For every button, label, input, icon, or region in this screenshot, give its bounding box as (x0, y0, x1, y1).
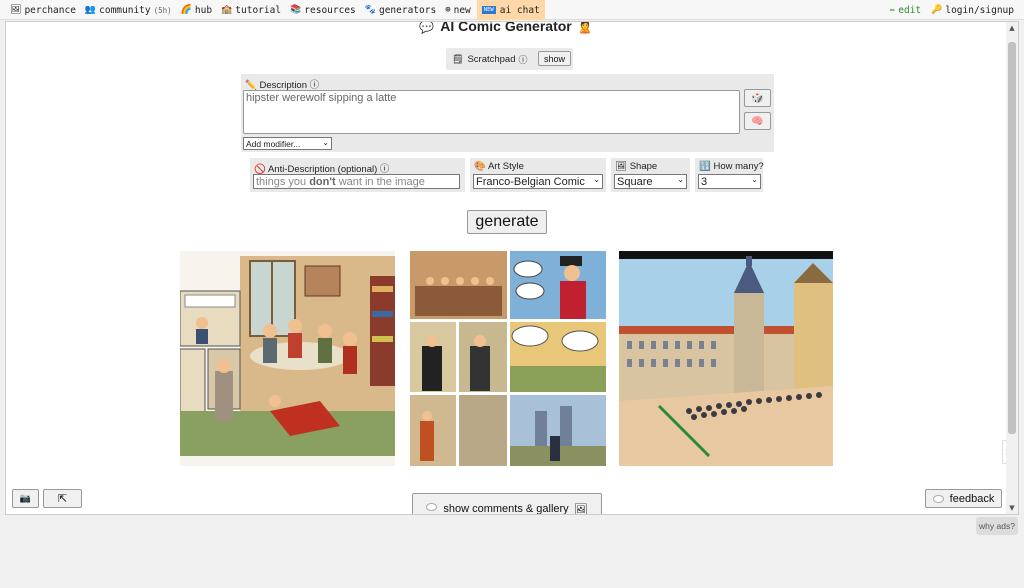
anti-description-input[interactable]: things you don't want in the image (253, 174, 460, 189)
speech-bubble-icon: 💬 (419, 21, 435, 34)
gallery-icon: 🖼 (573, 504, 588, 515)
chevron-down-icon: ⌄ (751, 175, 758, 184)
brain-button[interactable]: 🧠 (744, 112, 771, 130)
generated-image-2[interactable] (410, 251, 606, 466)
generator-frame: 💬 AI Comic Generator 🙎 🗒 Scratchpad ⓘ show… (5, 21, 1019, 515)
edit-link[interactable]: ✏ edit (890, 5, 921, 16)
nav-perchance[interactable]: 🖼 perchance (10, 5, 76, 16)
generate-button[interactable]: generate (467, 210, 547, 234)
nav-hub[interactable]: 🌈 hub (181, 5, 212, 16)
dice-icon: 🎲 (751, 92, 764, 104)
nav-label: community (99, 4, 151, 16)
books-icon: 📚 (290, 5, 302, 15)
nav-account: ✏ edit 🔑 login/signup (880, 0, 1014, 20)
nav-links: 🖼 perchance 👥 community (5h) 🌈 hub 🏫 tut… (10, 0, 554, 20)
new-badge-icon: NEW (481, 6, 496, 14)
generated-image-1[interactable] (180, 251, 395, 466)
person-icon: 🙎 (577, 21, 593, 34)
shape-select[interactable]: Square ⌄ (614, 174, 687, 189)
art-style-panel: 🎨 Art Style Franco-Belgian Comic ⌄ (470, 158, 606, 192)
nav-label: new (453, 4, 471, 16)
globe-icon: ⊕ (445, 5, 451, 15)
rainbow-icon: 🌈 (180, 5, 192, 15)
chevron-down-icon: ⌄ (593, 175, 600, 184)
arrow-up-left-icon: ⇱ (57, 493, 68, 505)
nav-ai-chat[interactable]: NEW ai chat (476, 0, 545, 20)
camera-button[interactable]: 📷 (12, 489, 39, 508)
chevron-down-icon: ⌄ (322, 138, 329, 147)
nav-label: resources (304, 4, 356, 16)
frame-icon: 🖼 (10, 5, 22, 15)
pencil-icon: ✏ (889, 5, 896, 15)
school-icon: 🏫 (221, 5, 233, 15)
scroll-down-icon[interactable]: ▼ (1008, 504, 1016, 512)
how-many-panel: 🔢 How many? 3 ⌄ (695, 158, 764, 192)
collapse-button[interactable]: ⇱ (43, 489, 82, 508)
scrollbar[interactable]: ▲ ▼ (1006, 22, 1018, 514)
people-icon: 👥 (84, 5, 97, 15)
title-text: AI Comic Generator (440, 21, 572, 34)
community-badge: (5h) (153, 5, 172, 15)
picture-icon: 🖼 (615, 161, 628, 172)
nav-community[interactable]: 👥 community (5h) (85, 5, 172, 16)
page-title: 💬 AI Comic Generator 🙎 (6, 21, 1006, 34)
why-ads-button[interactable]: why ads? (976, 517, 1018, 535)
comment-bubble-icon (932, 494, 944, 503)
art-style-select[interactable]: Franco-Belgian Comic ⌄ (473, 174, 603, 189)
scratchpad-bar: 🗒 Scratchpad ⓘ show (446, 48, 573, 70)
nav-tutorial[interactable]: 🏫 tutorial (221, 5, 281, 16)
description-input[interactable]: hipster werewolf sipping a latte (243, 90, 740, 134)
numbers-icon: 🔢 (699, 161, 711, 172)
nav-new[interactable]: ⊕ new (445, 5, 471, 16)
palette-icon: 🎨 (474, 161, 486, 172)
key-icon: 🔑 (931, 5, 943, 15)
description-panel: ✏️ Description ⓘ hipster werewolf sippin… (241, 74, 774, 152)
top-nav: 🖼 perchance 👥 community (5h) 🌈 hub 🏫 tut… (0, 0, 1024, 20)
anti-description-panel: 🚫 Anti-Description (optional) ⓘ things y… (250, 158, 465, 192)
nav-label: tutorial (235, 4, 282, 16)
feedback-button[interactable]: feedback (925, 489, 1002, 508)
show-comments-button[interactable]: show comments & gallery 🖼 (412, 493, 602, 515)
nav-label: ai chat (499, 4, 540, 16)
how-many-select[interactable]: 3 ⌄ (698, 174, 761, 189)
chevron-down-icon: ⌄ (677, 175, 684, 184)
shape-panel: 🖼 Shape Square ⌄ (611, 158, 690, 192)
info-icon[interactable]: ⓘ (519, 53, 528, 66)
scroll-up-icon[interactable]: ▲ (1008, 24, 1016, 32)
nav-label: perchance (24, 4, 76, 16)
dice-button[interactable]: 🎲 (744, 89, 771, 107)
comment-bubble-icon (426, 503, 438, 511)
anti-description-label: 🚫 Anti-Description (optional) ⓘ (254, 164, 390, 175)
generated-image-3[interactable] (619, 251, 833, 466)
edit-label: edit (898, 4, 922, 16)
nav-resources[interactable]: 📚 resources (290, 5, 356, 16)
description-label: ✏️ Description ⓘ (245, 80, 320, 91)
shape-label: 🖼 Shape (615, 161, 658, 172)
show-scratchpad-button[interactable]: show (538, 51, 571, 66)
login-label: login/signup (945, 4, 1014, 16)
brain-icon: 🧠 (751, 115, 764, 127)
nav-label: generators (378, 4, 437, 16)
how-many-label: 🔢 How many? (699, 161, 764, 172)
scroll-thumb[interactable] (1008, 42, 1016, 434)
login-link[interactable]: 🔑 login/signup (931, 5, 1014, 16)
nav-generators[interactable]: 🐾 generators (365, 5, 436, 16)
paw-icon: 🐾 (364, 5, 376, 15)
modifier-select[interactable]: Add modifier... ⌄ (243, 137, 332, 150)
scratchpad-label: Scratchpad (467, 53, 516, 65)
art-style-label: 🎨 Art Style (474, 161, 524, 172)
notepad-icon: 🗒 (452, 53, 464, 64)
camera-icon: 📷 (19, 493, 32, 503)
nav-label: hub (194, 4, 213, 16)
